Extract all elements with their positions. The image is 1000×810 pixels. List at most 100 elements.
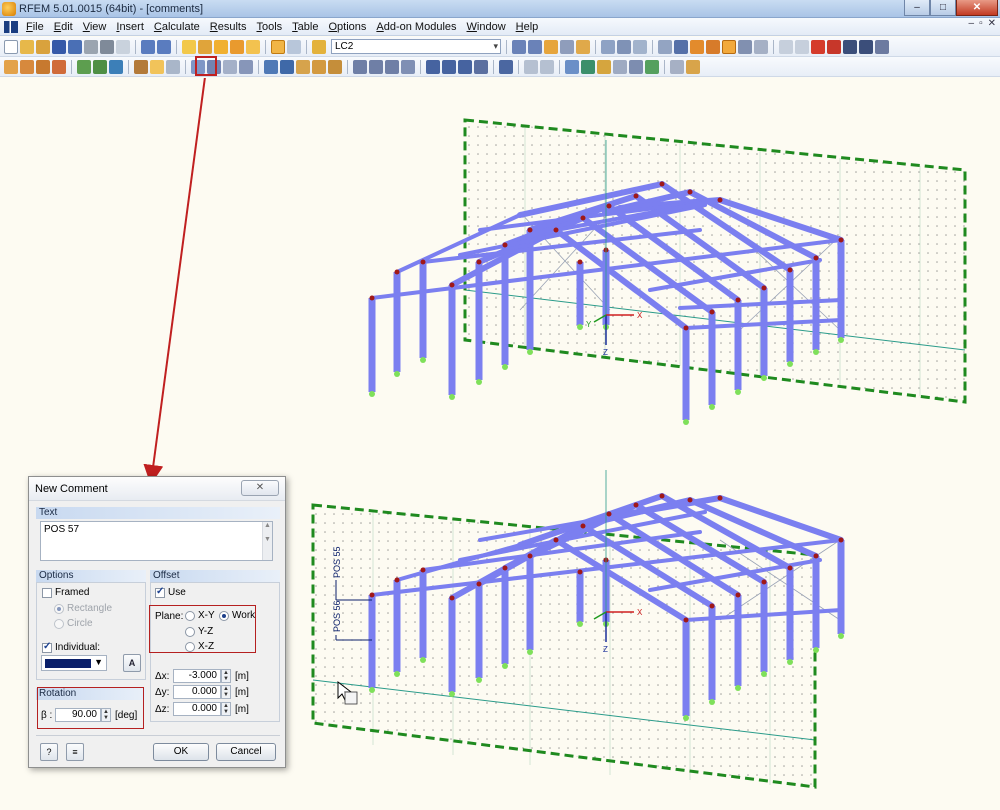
zoom-window-icon[interactable] xyxy=(369,59,383,74)
delete-icon[interactable] xyxy=(827,39,841,54)
open-folder-icon[interactable] xyxy=(20,39,34,54)
comment-pos-56[interactable]: POS 56 xyxy=(332,600,342,632)
panel-icon[interactable] xyxy=(629,59,643,74)
print-icon[interactable] xyxy=(84,39,98,54)
menu-help[interactable]: Help xyxy=(512,21,545,33)
surface-icon[interactable] xyxy=(597,59,611,74)
rectangle-radio[interactable]: Rectangle xyxy=(54,603,112,614)
menu-window[interactable]: Window xyxy=(463,21,512,33)
dz-input[interactable]: 0.000 xyxy=(173,702,221,716)
section-cut-icon[interactable] xyxy=(540,59,554,74)
display-icon[interactable] xyxy=(658,39,672,54)
polyline-icon[interactable] xyxy=(36,59,50,74)
load-case-select[interactable]: LC2 xyxy=(331,39,501,54)
deformation-icon[interactable] xyxy=(560,39,574,54)
dy-spinner[interactable]: ▲ ▼ xyxy=(221,685,231,699)
new-file-icon[interactable] xyxy=(4,39,18,54)
navigator-icon[interactable] xyxy=(287,39,301,54)
render-view-icon[interactable] xyxy=(633,39,647,54)
document-menu-icon[interactable] xyxy=(4,20,18,33)
find-icon[interactable] xyxy=(198,39,212,54)
menu-edit[interactable]: Edit xyxy=(50,21,79,33)
solid-icon[interactable] xyxy=(581,59,595,74)
menu-view[interactable]: View xyxy=(79,21,113,33)
use-offset-checkbox-box[interactable] xyxy=(155,586,165,598)
menu-file[interactable]: File xyxy=(22,21,50,33)
view-x-icon[interactable] xyxy=(426,59,440,74)
dx-input[interactable]: -3.000 xyxy=(173,669,221,683)
dimension-icon[interactable] xyxy=(779,39,793,54)
comment-pos-55[interactable]: POS 55 xyxy=(332,546,342,578)
open-project-icon[interactable] xyxy=(36,39,50,54)
menu-calculate[interactable]: Calculate xyxy=(150,21,206,33)
zoom-all-icon[interactable] xyxy=(353,59,367,74)
calculate-icon[interactable] xyxy=(214,39,228,54)
framed-checkbox-box[interactable] xyxy=(42,587,52,598)
snap-icon[interactable] xyxy=(690,39,704,54)
clipping-icon[interactable] xyxy=(565,59,579,74)
mdi-restore-button[interactable]: ▫ xyxy=(979,18,983,29)
menu-tools[interactable]: Tools xyxy=(252,21,288,33)
print-graphic-icon[interactable] xyxy=(100,39,114,54)
filter-icon[interactable] xyxy=(223,59,237,74)
grid-toggle-icon[interactable] xyxy=(645,59,659,74)
menu-add-on-modules[interactable]: Add-on Modules xyxy=(372,21,462,33)
dialog-close-button[interactable]: ✕ xyxy=(241,480,279,496)
scale-icon[interactable] xyxy=(296,59,310,74)
view-z-icon[interactable] xyxy=(458,59,472,74)
mdi-minimize-button[interactable]: – xyxy=(969,18,975,29)
menu-options[interactable]: Options xyxy=(324,21,372,33)
menu-results[interactable]: Results xyxy=(206,21,253,33)
section-view-icon[interactable] xyxy=(617,39,631,54)
individual-checkbox-box[interactable] xyxy=(42,641,52,653)
undo-icon[interactable] xyxy=(141,39,155,54)
help-button[interactable]: ? xyxy=(40,743,58,761)
menu-insert[interactable]: Insert xyxy=(112,21,150,33)
guideline-icon[interactable] xyxy=(754,39,768,54)
menu-table[interactable]: Table xyxy=(288,21,324,33)
member-icon[interactable] xyxy=(52,59,66,74)
save-all-icon[interactable] xyxy=(68,39,82,54)
node-icon[interactable] xyxy=(4,59,18,74)
edit-icon[interactable] xyxy=(182,39,196,54)
color-scheme-icon[interactable] xyxy=(499,59,513,74)
show-results-icon[interactable] xyxy=(544,39,558,54)
units-button[interactable]: ≡ xyxy=(66,743,84,761)
explore-icon[interactable] xyxy=(246,39,260,54)
export-icon[interactable] xyxy=(686,59,700,74)
comment-color-select[interactable]: ▼ xyxy=(41,655,107,671)
printout-report-icon[interactable] xyxy=(116,39,130,54)
redo-icon[interactable] xyxy=(157,39,171,54)
line-icon[interactable] xyxy=(20,59,34,74)
minimize-button[interactable]: – xyxy=(904,0,930,16)
use-offset-checkbox[interactable]: Use xyxy=(155,586,186,598)
values-icon[interactable] xyxy=(576,39,590,54)
camera-icon[interactable] xyxy=(859,39,873,54)
table-icon[interactable] xyxy=(670,59,684,74)
perspective-icon[interactable] xyxy=(474,59,488,74)
move-icon[interactable] xyxy=(264,59,278,74)
angle-icon[interactable] xyxy=(795,39,809,54)
dimension-tool-icon[interactable] xyxy=(134,59,148,74)
dy-input[interactable]: 0.000 xyxy=(173,685,221,699)
circle-radio[interactable]: Circle xyxy=(54,618,93,629)
close-button[interactable]: ✕ xyxy=(956,0,998,16)
object-snap-icon[interactable] xyxy=(706,39,720,54)
settings-icon[interactable] xyxy=(875,39,889,54)
load-case-icon[interactable] xyxy=(312,39,326,54)
view-y-icon[interactable] xyxy=(442,59,456,74)
text-scrollbar[interactable]: ▲ ▼ xyxy=(262,522,272,560)
individual-checkbox[interactable]: Individual: xyxy=(42,641,100,653)
maximize-button[interactable]: □ xyxy=(930,0,956,16)
view-icon[interactable] xyxy=(843,39,857,54)
cancel-button[interactable]: Cancel xyxy=(216,743,276,761)
support-icon[interactable] xyxy=(77,59,91,74)
dx-spinner[interactable]: ▲ ▼ xyxy=(221,669,231,683)
highlighted-snap-icon[interactable] xyxy=(722,39,736,54)
mirror-icon[interactable] xyxy=(811,39,825,54)
font-settings-button[interactable]: A xyxy=(123,654,141,672)
framed-checkbox[interactable]: Framed xyxy=(42,587,89,598)
wireframe-icon[interactable] xyxy=(613,59,627,74)
save-icon[interactable] xyxy=(52,39,66,54)
grid-icon[interactable] xyxy=(674,39,688,54)
